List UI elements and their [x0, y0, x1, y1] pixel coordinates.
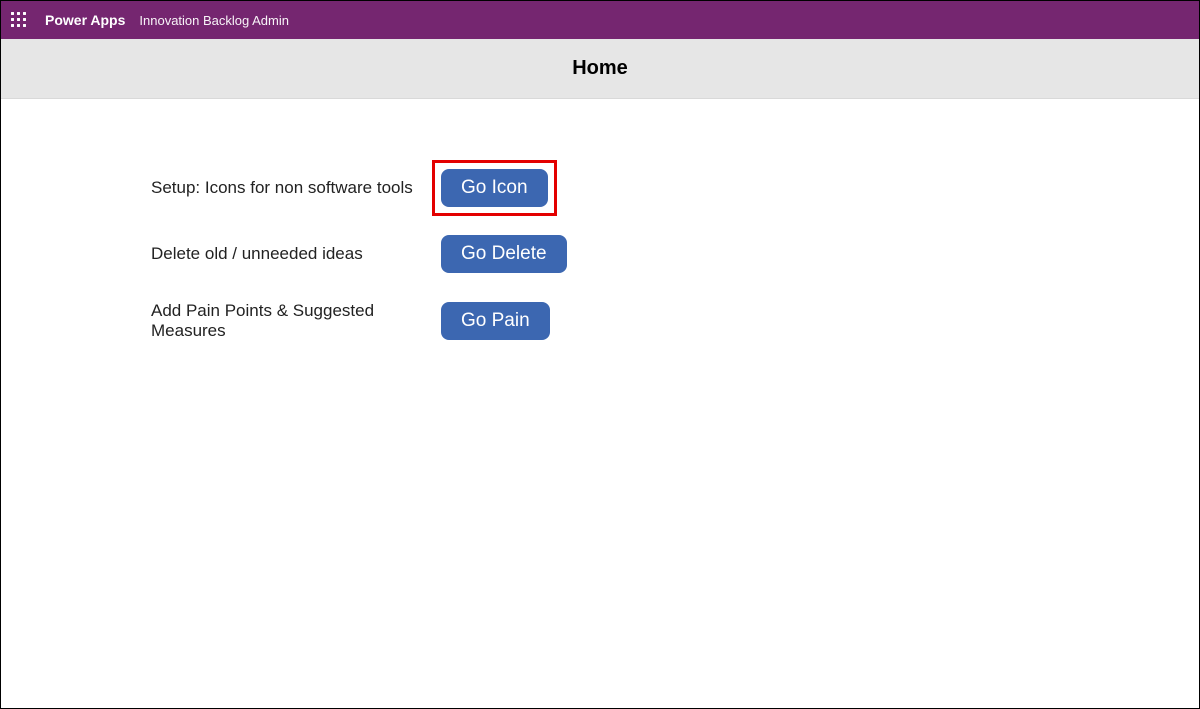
app-launcher-icon[interactable]: [11, 12, 27, 28]
page-title: Home: [572, 57, 628, 80]
go-delete-button[interactable]: Go Delete: [441, 235, 567, 273]
button-wrap: Go Pain: [441, 302, 550, 340]
row-pain-points: Add Pain Points & Suggested Measures Go …: [151, 301, 1049, 341]
row-label-setup-icons: Setup: Icons for non software tools: [151, 178, 441, 198]
row-setup-icons: Setup: Icons for non software tools Go I…: [151, 169, 1049, 207]
app-top-bar: Power Apps Innovation Backlog Admin: [1, 1, 1199, 39]
main-content: Setup: Icons for non software tools Go I…: [1, 99, 1199, 439]
button-wrap: Go Delete: [441, 235, 567, 273]
page-header: Home: [1, 39, 1199, 99]
row-delete-ideas: Delete old / unneeded ideas Go Delete: [151, 235, 1049, 273]
go-icon-button[interactable]: Go Icon: [441, 169, 548, 207]
row-label-pain-points: Add Pain Points & Suggested Measures: [151, 301, 441, 341]
app-brand[interactable]: Power Apps: [45, 12, 125, 28]
highlight-box: Go Icon: [432, 160, 557, 216]
go-pain-button[interactable]: Go Pain: [441, 302, 550, 340]
app-name: Innovation Backlog Admin: [139, 13, 289, 28]
row-label-delete-ideas: Delete old / unneeded ideas: [151, 244, 441, 264]
